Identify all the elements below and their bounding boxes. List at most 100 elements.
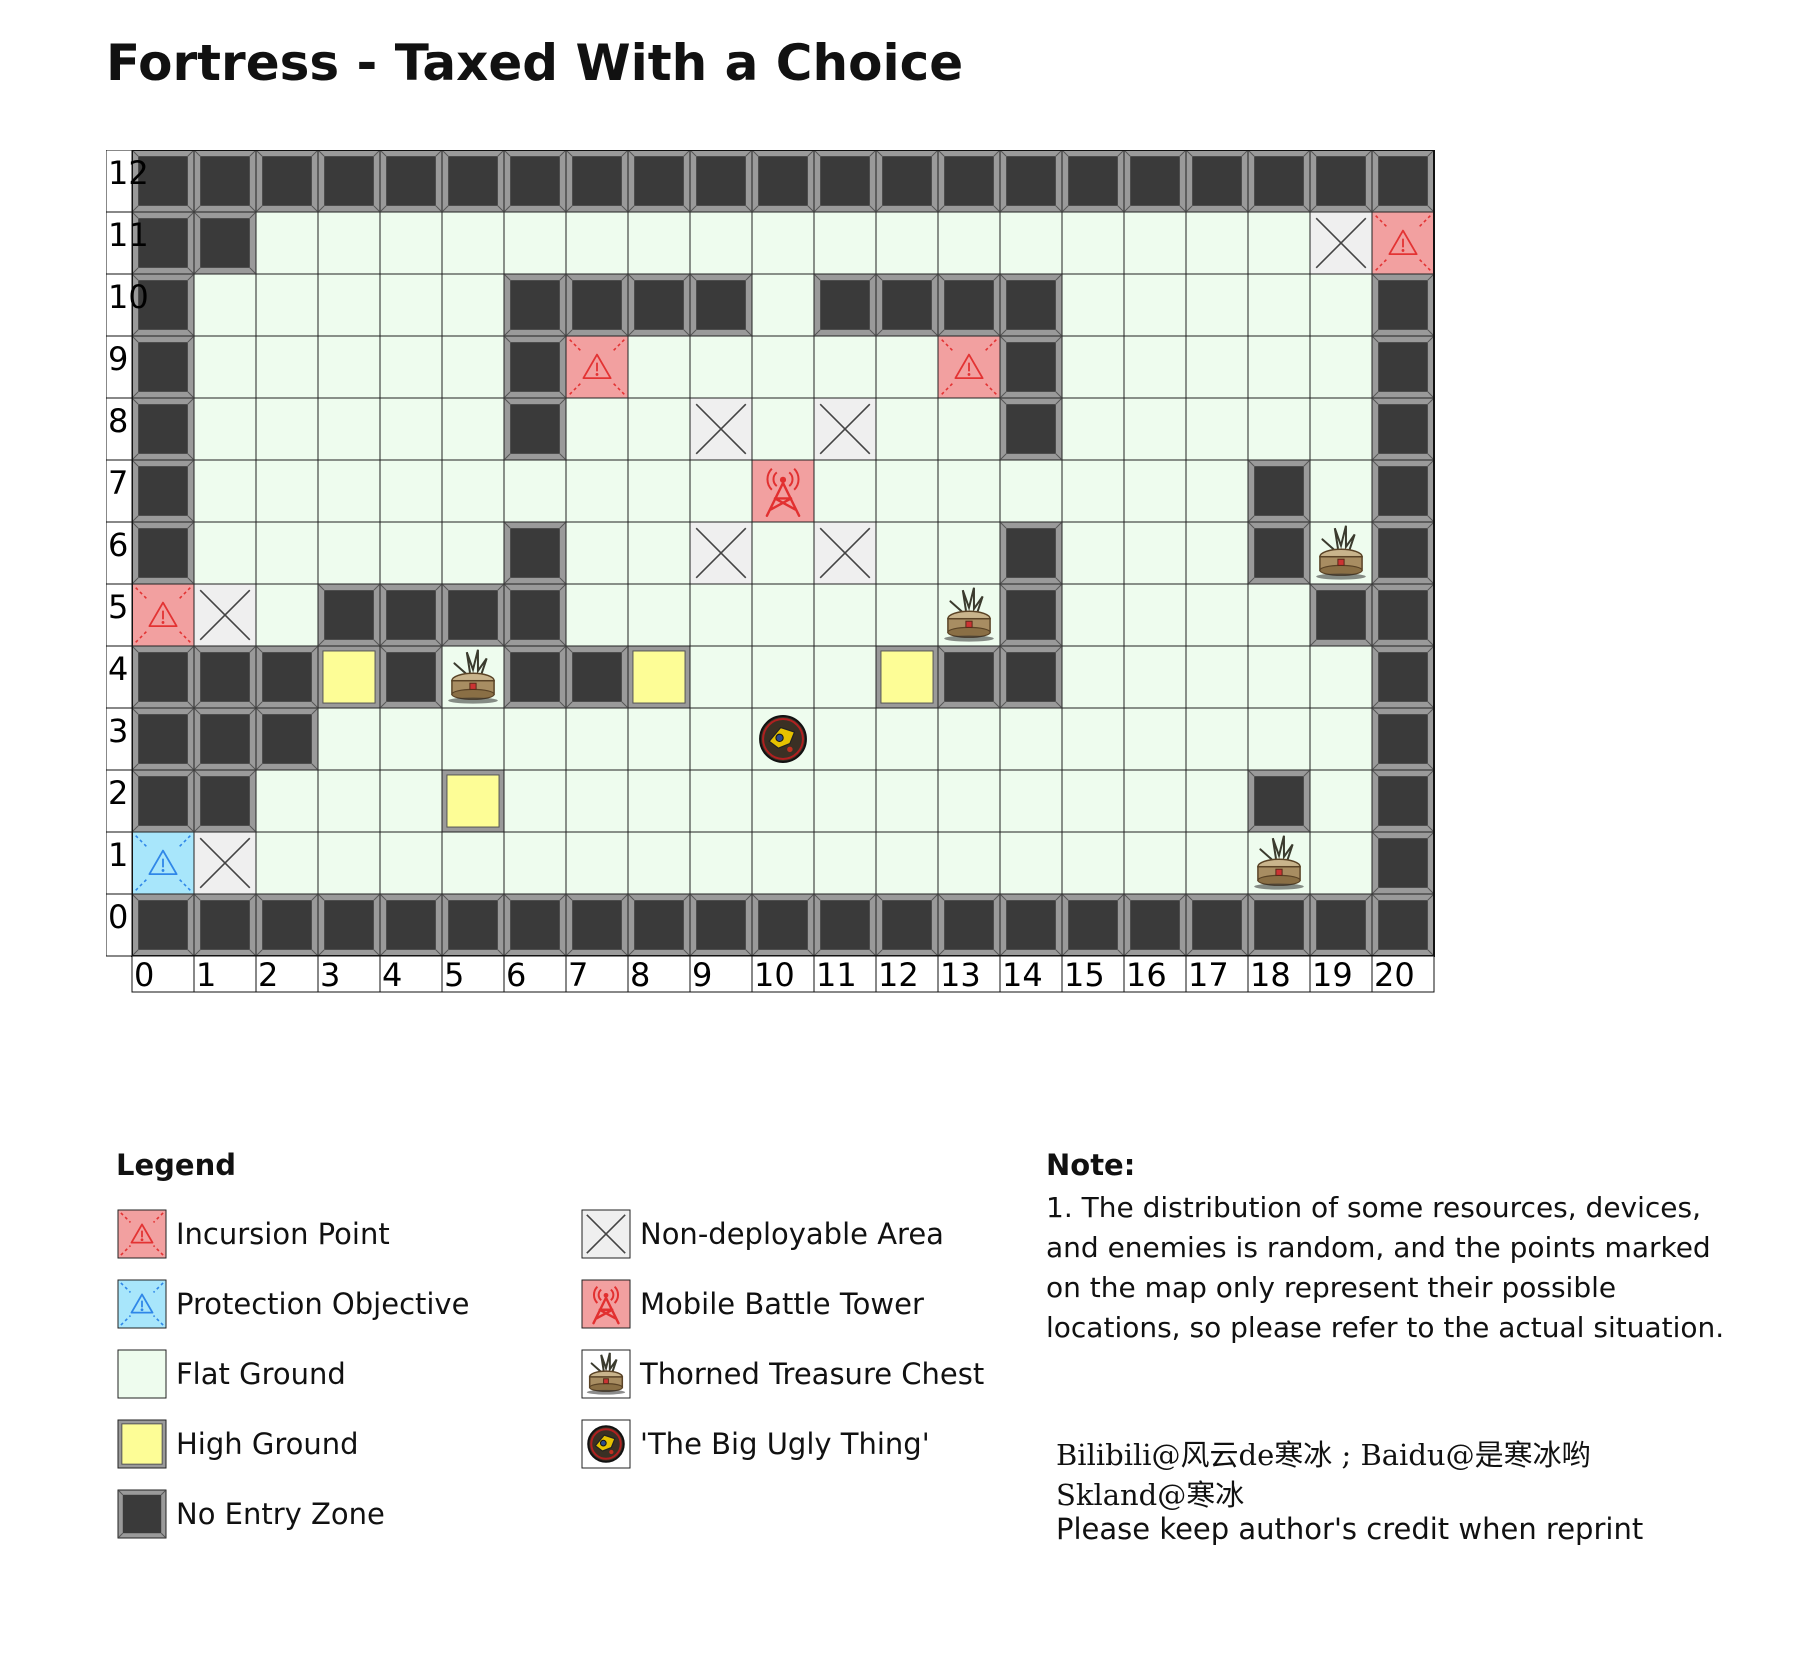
legend-label: Thorned Treasure Chest xyxy=(640,1357,985,1391)
tile-noentry xyxy=(689,150,753,213)
tile-noentry xyxy=(1247,459,1311,523)
tile-flat xyxy=(689,769,753,833)
tile-flat xyxy=(441,707,505,771)
tile-noentry xyxy=(937,150,1001,213)
x-axis-label: 10 xyxy=(754,956,795,994)
tile-flat xyxy=(875,831,939,895)
tiles-layer xyxy=(131,150,1435,957)
tile-flat xyxy=(1185,707,1249,771)
tile-noentry xyxy=(875,150,939,213)
tile-flat xyxy=(1185,583,1249,647)
legend-label: Incursion Point xyxy=(176,1217,390,1251)
tile-flat xyxy=(689,645,753,709)
tile-flat xyxy=(1061,769,1125,833)
tile-flat xyxy=(1247,707,1311,771)
x-axis-label: 18 xyxy=(1250,956,1291,994)
y-axis-label: 6 xyxy=(108,526,128,564)
tile-noentry xyxy=(999,645,1063,709)
y-axis-label: 2 xyxy=(108,774,128,812)
legend-label: 'The Big Ugly Thing' xyxy=(640,1427,930,1461)
tile-flat xyxy=(379,707,443,771)
tile-flat xyxy=(627,831,691,895)
tile-flat xyxy=(1185,521,1249,585)
tile-flat xyxy=(1185,273,1249,337)
tile-nondeploy xyxy=(689,521,753,585)
tile-flat xyxy=(317,335,381,399)
tile-flat xyxy=(441,831,505,895)
tile-flat xyxy=(255,335,319,399)
tile-noentry xyxy=(875,893,939,957)
tile-incursion xyxy=(565,335,629,399)
tile-flat xyxy=(565,211,629,275)
tile-flat xyxy=(379,211,443,275)
tile-flat xyxy=(813,707,877,771)
tile-flat xyxy=(1247,397,1311,461)
tile-flat xyxy=(317,397,381,461)
tile-noentry xyxy=(1371,521,1435,585)
tile-noentry xyxy=(193,211,257,275)
tile-flat xyxy=(937,459,1001,523)
tile-flat xyxy=(1061,211,1125,275)
tile-flat xyxy=(751,831,815,895)
tile-noentry xyxy=(503,583,567,647)
tile-noentry xyxy=(441,583,505,647)
tile-flat xyxy=(565,521,629,585)
tile-flat xyxy=(1247,335,1311,399)
x-axis-label: 3 xyxy=(320,956,340,994)
x-axis-label: 2 xyxy=(258,956,278,994)
tile-flat xyxy=(751,645,815,709)
tile-flat xyxy=(875,335,939,399)
tile-flat xyxy=(937,831,1001,895)
tile-flat xyxy=(1309,459,1373,523)
tile-noentry xyxy=(1185,150,1249,213)
tile-flat xyxy=(999,211,1063,275)
map-page: Fortress - Taxed With a Choice 012345678… xyxy=(0,0,1800,1673)
tile-flat xyxy=(875,459,939,523)
tile-noentry xyxy=(999,893,1063,957)
tile-nondeploy xyxy=(193,583,257,647)
tile-noentry xyxy=(379,645,443,709)
tile-flat xyxy=(751,583,815,647)
tile-noentry xyxy=(813,273,877,337)
tile-flat xyxy=(875,583,939,647)
legend-label: Flat Ground xyxy=(176,1357,346,1391)
tile-flat xyxy=(813,335,877,399)
tile-flat xyxy=(1123,397,1187,461)
legend-item-flat-ground: Flat Ground xyxy=(116,1348,346,1400)
tile-flat xyxy=(1061,335,1125,399)
tile-flat xyxy=(875,521,939,585)
tile-flat xyxy=(999,459,1063,523)
tile-noentry xyxy=(131,335,195,399)
tile-flat xyxy=(1247,583,1311,647)
tile-noentry xyxy=(875,273,939,337)
tile-flat xyxy=(565,397,629,461)
tile-noentry xyxy=(503,335,567,399)
tile-flat xyxy=(193,335,257,399)
legend-label: High Ground xyxy=(176,1427,359,1461)
tile-flat xyxy=(1185,831,1249,895)
y-axis-label: 1 xyxy=(108,836,128,874)
tile-noentry xyxy=(441,893,505,957)
flat-ground-swatch-icon xyxy=(117,1349,167,1399)
tile-flat xyxy=(689,583,753,647)
tile-noentry xyxy=(1247,769,1311,833)
tile-high xyxy=(875,645,939,709)
tile-flat xyxy=(627,335,691,399)
incursion-point-icon xyxy=(117,1209,167,1259)
tile-flat xyxy=(1309,707,1373,771)
tile-flat xyxy=(379,273,443,337)
tile-flat xyxy=(813,583,877,647)
tile-flat xyxy=(441,273,505,337)
battle-tower-icon xyxy=(581,1279,631,1329)
tile-flat xyxy=(255,273,319,337)
tile-flat xyxy=(1123,769,1187,833)
tile-flat xyxy=(255,831,319,895)
tile-flat xyxy=(255,459,319,523)
tile-noentry xyxy=(1247,893,1311,957)
treasure-chest-icon xyxy=(581,1349,631,1399)
tile-noentry xyxy=(999,335,1063,399)
credit-line: Bilibili@风云de寒冰 ; Baidu@是寒冰哟 xyxy=(1056,1438,1591,1472)
legend-item-no-entry-zone: No Entry Zone xyxy=(116,1488,385,1540)
tile-flat xyxy=(1185,397,1249,461)
x-axis-label: 11 xyxy=(816,956,857,994)
